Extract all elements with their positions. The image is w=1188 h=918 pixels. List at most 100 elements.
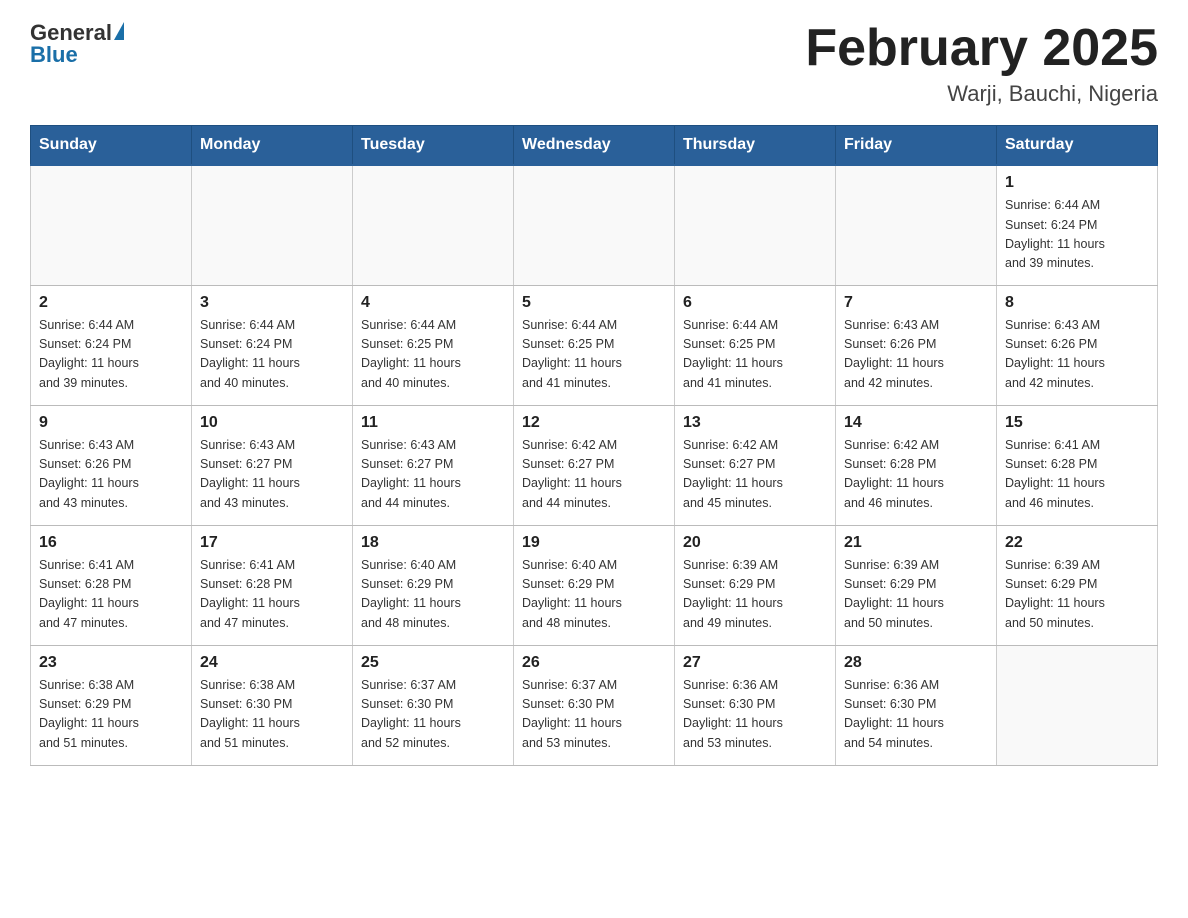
day-number: 6 (683, 294, 827, 312)
day-number: 8 (1005, 294, 1149, 312)
calendar-cell: 2 Sunrise: 6:44 AM Sunset: 6:24 PM Daylig… (31, 285, 192, 405)
calendar-week-row: 16 Sunrise: 6:41 AM Sunset: 6:28 PM Dayli… (31, 525, 1158, 645)
day-info: Sunrise: 6:40 AM Sunset: 6:29 PM Dayligh… (361, 556, 505, 634)
calendar-cell: 13 Sunrise: 6:42 AM Sunset: 6:27 PM Dayli… (675, 405, 836, 525)
day-number: 3 (200, 294, 344, 312)
calendar-cell (997, 645, 1158, 765)
calendar-week-row: 23 Sunrise: 6:38 AM Sunset: 6:29 PM Dayli… (31, 645, 1158, 765)
weekday-header-saturday: Saturday (997, 126, 1158, 166)
day-number: 25 (361, 654, 505, 672)
day-number: 16 (39, 534, 183, 552)
calendar-cell (192, 165, 353, 285)
day-info: Sunrise: 6:41 AM Sunset: 6:28 PM Dayligh… (39, 556, 183, 634)
calendar-cell: 25Sunrise: 6:37 AM Sunset: 6:30 PM Dayli… (353, 645, 514, 765)
day-info: Sunrise: 6:43 AM Sunset: 6:26 PM Dayligh… (39, 436, 183, 514)
day-number: 9 (39, 414, 183, 432)
day-number: 18 (361, 534, 505, 552)
day-number: 28 (844, 654, 988, 672)
day-info: Sunrise: 6:39 AM Sunset: 6:29 PM Dayligh… (1005, 556, 1149, 634)
logo: General Blue (30, 20, 124, 68)
calendar-cell: 10 Sunrise: 6:43 AM Sunset: 6:27 PM Dayli… (192, 405, 353, 525)
weekday-header-monday: Monday (192, 126, 353, 166)
calendar-cell: 15 Sunrise: 6:41 AM Sunset: 6:28 PM Dayli… (997, 405, 1158, 525)
calendar-cell: 22 Sunrise: 6:39 AM Sunset: 6:29 PM Dayli… (997, 525, 1158, 645)
calendar-cell: 19 Sunrise: 6:40 AM Sunset: 6:29 PM Dayli… (514, 525, 675, 645)
day-info: Sunrise: 6:42 AM Sunset: 6:27 PM Dayligh… (522, 436, 666, 514)
calendar-cell: 7 Sunrise: 6:43 AM Sunset: 6:26 PM Daylig… (836, 285, 997, 405)
calendar-cell: 24 Sunrise: 6:38 AM Sunset: 6:30 PM Dayli… (192, 645, 353, 765)
day-number: 19 (522, 534, 666, 552)
calendar-cell: 27 Sunrise: 6:36 AM Sunset: 6:30 PM Dayli… (675, 645, 836, 765)
day-number: 22 (1005, 534, 1149, 552)
day-info: Sunrise: 6:36 AM Sunset: 6:30 PM Dayligh… (683, 676, 827, 754)
day-number: 5 (522, 294, 666, 312)
calendar-cell: 11 Sunrise: 6:43 AM Sunset: 6:27 PM Dayli… (353, 405, 514, 525)
calendar-cell (514, 165, 675, 285)
day-number: 2 (39, 294, 183, 312)
calendar-cell: 17 Sunrise: 6:41 AM Sunset: 6:28 PM Dayli… (192, 525, 353, 645)
calendar-cell (836, 165, 997, 285)
day-info: Sunrise: 6:38 AM Sunset: 6:30 PM Dayligh… (200, 676, 344, 754)
day-info: Sunrise: 6:36 AM Sunset: 6:30 PM Dayligh… (844, 676, 988, 754)
calendar-cell (31, 165, 192, 285)
calendar-cell: 14 Sunrise: 6:42 AM Sunset: 6:28 PM Dayli… (836, 405, 997, 525)
title-block: February 2025 Warji, Bauchi, Nigeria (805, 20, 1158, 107)
calendar-cell: 18 Sunrise: 6:40 AM Sunset: 6:29 PM Dayli… (353, 525, 514, 645)
day-number: 4 (361, 294, 505, 312)
weekday-header-wednesday: Wednesday (514, 126, 675, 166)
calendar-table: SundayMondayTuesdayWednesdayThursdayFrid… (30, 125, 1158, 766)
day-number: 23 (39, 654, 183, 672)
weekday-header-friday: Friday (836, 126, 997, 166)
day-info: Sunrise: 6:44 AM Sunset: 6:24 PM Dayligh… (200, 316, 344, 394)
day-number: 21 (844, 534, 988, 552)
day-info: Sunrise: 6:44 AM Sunset: 6:24 PM Dayligh… (1005, 196, 1149, 274)
logo-text-blue: Blue (30, 42, 124, 68)
calendar-cell: 23 Sunrise: 6:38 AM Sunset: 6:29 PM Dayli… (31, 645, 192, 765)
calendar-cell (353, 165, 514, 285)
day-number: 14 (844, 414, 988, 432)
day-number: 7 (844, 294, 988, 312)
calendar-cell: 5 Sunrise: 6:44 AM Sunset: 6:25 PM Daylig… (514, 285, 675, 405)
day-info: Sunrise: 6:43 AM Sunset: 6:26 PM Dayligh… (1005, 316, 1149, 394)
day-number: 10 (200, 414, 344, 432)
day-number: 1 (1005, 174, 1149, 192)
calendar-cell: 6 Sunrise: 6:44 AM Sunset: 6:25 PM Daylig… (675, 285, 836, 405)
calendar-cell: 8 Sunrise: 6:43 AM Sunset: 6:26 PM Daylig… (997, 285, 1158, 405)
day-number: 15 (1005, 414, 1149, 432)
day-number: 17 (200, 534, 344, 552)
calendar-title: February 2025 (805, 20, 1158, 77)
calendar-cell: 21 Sunrise: 6:39 AM Sunset: 6:29 PM Dayli… (836, 525, 997, 645)
day-number: 13 (683, 414, 827, 432)
weekday-header-sunday: Sunday (31, 126, 192, 166)
day-info: Sunrise: 6:44 AM Sunset: 6:25 PM Dayligh… (683, 316, 827, 394)
day-info: Sunrise: 6:44 AM Sunset: 6:25 PM Dayligh… (522, 316, 666, 394)
day-info: Sunrise: 6:39 AM Sunset: 6:29 PM Dayligh… (844, 556, 988, 634)
day-number: 24 (200, 654, 344, 672)
day-info: Sunrise: 6:40 AM Sunset: 6:29 PM Dayligh… (522, 556, 666, 634)
calendar-cell: 20Sunrise: 6:39 AM Sunset: 6:29 PM Dayli… (675, 525, 836, 645)
page-header: General Blue February 2025 Warji, Bauchi… (30, 20, 1158, 107)
calendar-subtitle: Warji, Bauchi, Nigeria (805, 81, 1158, 107)
day-info: Sunrise: 6:42 AM Sunset: 6:28 PM Dayligh… (844, 436, 988, 514)
calendar-week-row: 2 Sunrise: 6:44 AM Sunset: 6:24 PM Daylig… (31, 285, 1158, 405)
calendar-cell: 1 Sunrise: 6:44 AM Sunset: 6:24 PM Daylig… (997, 165, 1158, 285)
logo-triangle-icon (114, 22, 124, 40)
day-info: Sunrise: 6:42 AM Sunset: 6:27 PM Dayligh… (683, 436, 827, 514)
day-info: Sunrise: 6:41 AM Sunset: 6:28 PM Dayligh… (1005, 436, 1149, 514)
day-info: Sunrise: 6:38 AM Sunset: 6:29 PM Dayligh… (39, 676, 183, 754)
day-info: Sunrise: 6:44 AM Sunset: 6:24 PM Dayligh… (39, 316, 183, 394)
day-info: Sunrise: 6:43 AM Sunset: 6:27 PM Dayligh… (200, 436, 344, 514)
day-info: Sunrise: 6:39 AM Sunset: 6:29 PM Dayligh… (683, 556, 827, 634)
calendar-cell: 26Sunrise: 6:37 AM Sunset: 6:30 PM Dayli… (514, 645, 675, 765)
calendar-cell: 12Sunrise: 6:42 AM Sunset: 6:27 PM Dayli… (514, 405, 675, 525)
day-info: Sunrise: 6:41 AM Sunset: 6:28 PM Dayligh… (200, 556, 344, 634)
day-number: 11 (361, 414, 505, 432)
day-info: Sunrise: 6:43 AM Sunset: 6:26 PM Dayligh… (844, 316, 988, 394)
day-number: 26 (522, 654, 666, 672)
day-info: Sunrise: 6:43 AM Sunset: 6:27 PM Dayligh… (361, 436, 505, 514)
calendar-cell: 16 Sunrise: 6:41 AM Sunset: 6:28 PM Dayli… (31, 525, 192, 645)
calendar-cell (675, 165, 836, 285)
day-number: 27 (683, 654, 827, 672)
calendar-cell: 3 Sunrise: 6:44 AM Sunset: 6:24 PM Daylig… (192, 285, 353, 405)
day-info: Sunrise: 6:44 AM Sunset: 6:25 PM Dayligh… (361, 316, 505, 394)
